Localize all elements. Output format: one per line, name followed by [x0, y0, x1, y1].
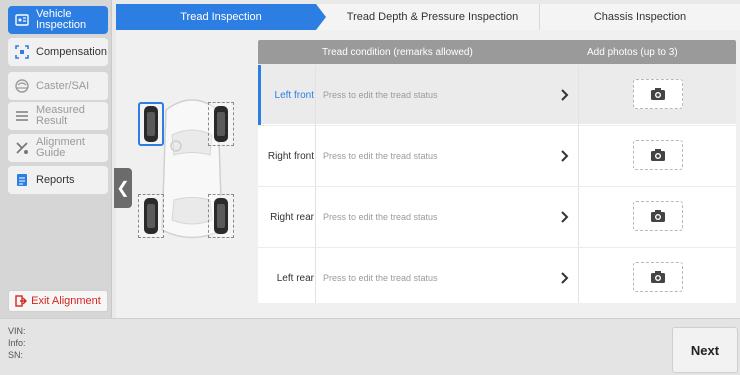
add-photo-button[interactable]	[633, 140, 683, 170]
table-row[interactable]: Right rear Press to edit the tread statu…	[258, 186, 736, 247]
camera-icon	[651, 149, 665, 161]
sidebar-item-label: Caster/SAI	[36, 79, 90, 92]
sidebar-item-caster-sai[interactable]: Caster/SAI	[8, 72, 108, 100]
tire-position: Right rear	[270, 211, 314, 223]
sidebar-item-alignment-guide[interactable]: Alignment Guide	[8, 134, 108, 162]
tread-status-field[interactable]: Press to edit the tread status	[323, 248, 438, 303]
vehicle-info: VIN: Info: SN:	[8, 325, 26, 361]
tread-table: Tread condition (remarks allowed) Add ph…	[258, 40, 736, 303]
info-label: Info:	[8, 338, 26, 348]
sidebar-item-vehicle-inspection[interactable]: Vehicle Inspection	[8, 6, 108, 34]
tab-chassis-inspection[interactable]: Chassis Inspection	[540, 4, 740, 30]
table-row[interactable]: Right front Press to edit the tread stat…	[258, 125, 736, 186]
chevron-left-icon: ❮	[116, 180, 130, 197]
sidebar-item-label: Reports	[36, 173, 75, 186]
add-photo-button[interactable]	[633, 262, 683, 292]
header-add-photos: Add photos (up to 3)	[587, 46, 678, 58]
chevron-right-icon[interactable]	[558, 126, 572, 186]
tire-position: Left front	[274, 89, 314, 101]
exit-alignment-label: Exit Alignment	[31, 295, 101, 307]
sidebar-item-label: Compensation	[36, 45, 107, 58]
chevron-right-icon[interactable]	[558, 65, 572, 125]
sidebar-item-label: Alignment Guide	[36, 136, 85, 159]
vehicle-inspection-icon	[14, 12, 30, 28]
next-button[interactable]: Next	[672, 327, 738, 373]
vehicle-diagram	[136, 80, 248, 250]
chevron-right-icon[interactable]	[558, 248, 572, 303]
wheel-left-rear[interactable]	[138, 194, 164, 238]
sidebar-item-compensation[interactable]: Compensation	[8, 38, 108, 66]
wheel-left-front[interactable]	[138, 102, 164, 146]
vin-label: VIN:	[8, 326, 26, 336]
table-header: Tread condition (remarks allowed) Add ph…	[258, 40, 736, 64]
sidebar-item-measured-result[interactable]: Measured Result	[8, 102, 108, 130]
header-tread-condition: Tread condition (remarks allowed)	[322, 46, 473, 58]
camera-icon	[651, 210, 665, 222]
tire-position: Right front	[267, 150, 314, 162]
tread-status-field[interactable]: Press to edit the tread status	[323, 65, 438, 125]
compensation-icon	[14, 44, 30, 60]
tire-position: Left rear	[276, 272, 314, 284]
footer: VIN: Info: SN: Next	[0, 318, 740, 375]
tab-label: Chassis Inspection	[593, 11, 687, 23]
alignment-guide-icon	[14, 140, 30, 156]
sn-label: SN:	[8, 350, 24, 360]
camera-icon	[651, 271, 665, 283]
table-row[interactable]: Left rear Press to edit the tread status	[258, 247, 736, 303]
sidebar-item-label: Measured Result	[36, 104, 85, 127]
tab-label: Tread Depth & Pressure Inspection	[346, 11, 519, 23]
collapse-sidebar-button[interactable]: ❮	[114, 168, 132, 208]
sidebar: Vehicle Inspection Compensation Caster/S…	[0, 0, 112, 318]
sidebar-item-label: Vehicle Inspection	[36, 8, 87, 31]
exit-icon	[15, 295, 28, 307]
tread-status-field[interactable]: Press to edit the tread status	[323, 187, 438, 247]
tread-status-field[interactable]: Press to edit the tread status	[323, 126, 438, 186]
measured-result-icon	[14, 108, 30, 124]
caster-icon	[14, 78, 30, 94]
camera-icon	[651, 88, 665, 100]
tab-tread-depth-pressure[interactable]: Tread Depth & Pressure Inspection	[326, 4, 540, 30]
add-photo-button[interactable]	[633, 79, 683, 109]
tab-label: Tread Inspection	[180, 11, 262, 23]
add-photo-button[interactable]	[633, 201, 683, 231]
inspection-tabs: Tread Inspection Tread Depth & Pressure …	[116, 4, 740, 30]
chevron-right-icon[interactable]	[558, 187, 572, 247]
sidebar-item-reports[interactable]: Reports	[8, 166, 108, 194]
wheel-right-rear[interactable]	[208, 194, 234, 238]
wheel-right-front[interactable]	[208, 102, 234, 146]
table-row[interactable]: Left front Press to edit the tread statu…	[258, 64, 736, 125]
tab-tread-inspection[interactable]: Tread Inspection	[116, 4, 326, 30]
exit-alignment-button[interactable]: Exit Alignment	[8, 290, 108, 312]
reports-icon	[14, 172, 30, 188]
